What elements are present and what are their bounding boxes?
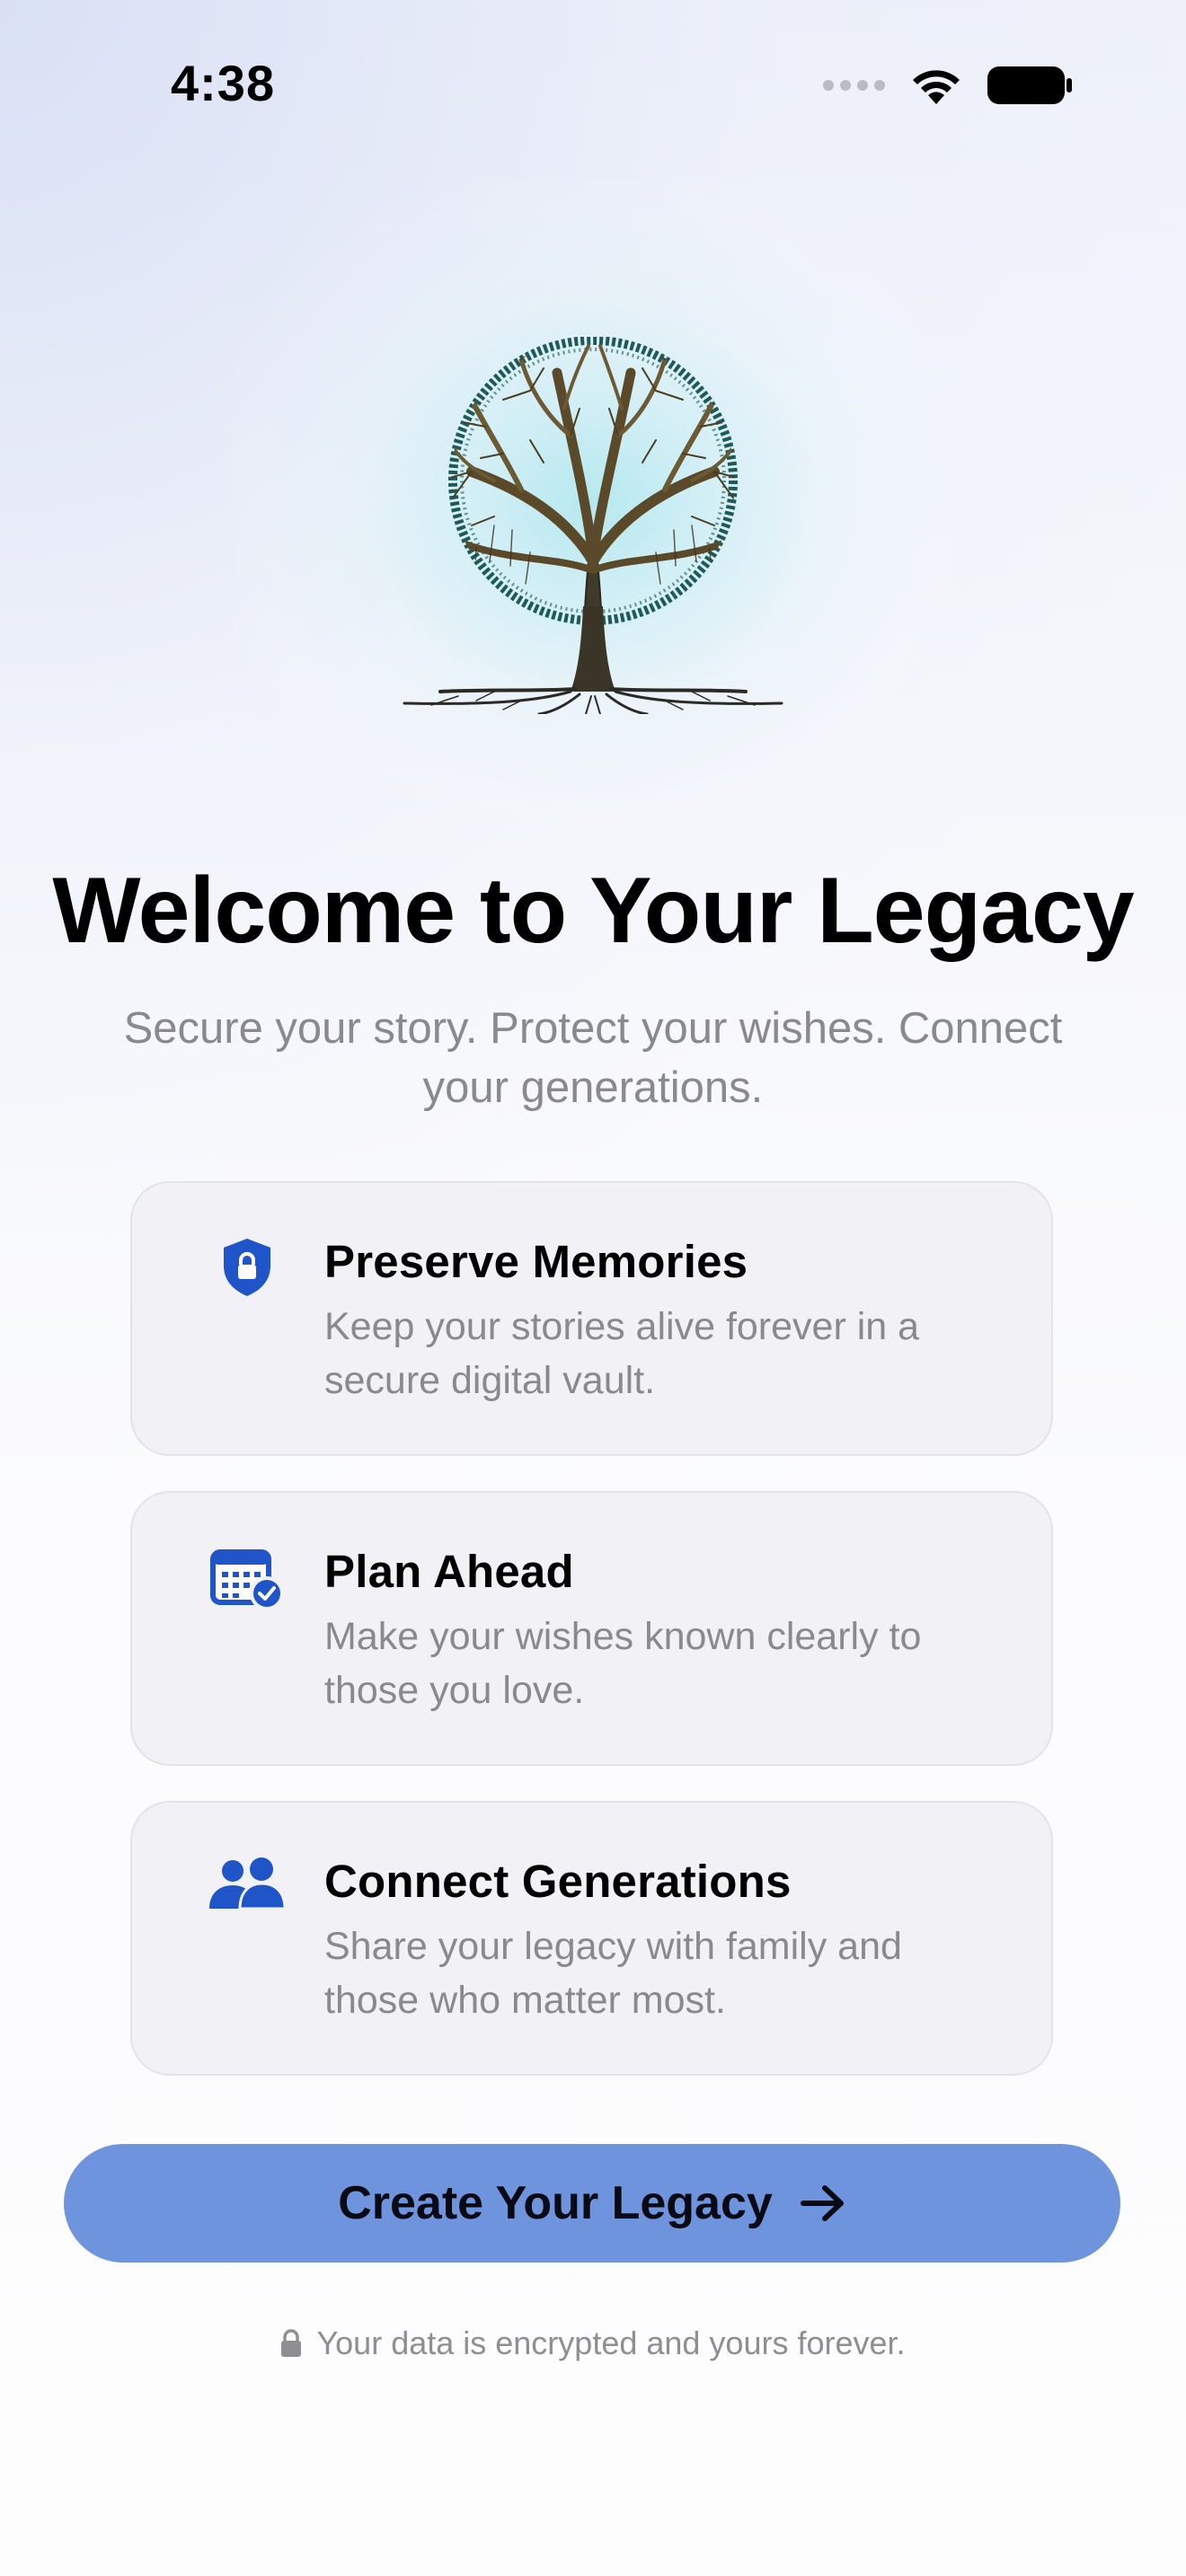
footer-note: Your data is encrypted and yours forever… xyxy=(0,2325,1186,2362)
wifi-icon xyxy=(913,70,960,104)
calendar-check-icon xyxy=(193,1547,301,1628)
welcome-title: Welcome to Your Legacy xyxy=(52,859,1134,963)
feature-description: Share your legacy with family and those … xyxy=(324,1925,902,2022)
shield-lock-icon xyxy=(193,1237,301,1318)
feature-title: Preserve Memories xyxy=(324,1236,748,1287)
status-bar: 4:38 xyxy=(0,0,1186,180)
status-icons xyxy=(823,65,1074,106)
feature-description: Keep your stories alive forever in a sec… xyxy=(324,1305,920,1402)
feature-description: Make your wishes known clearly to those … xyxy=(324,1615,922,1712)
create-legacy-label: Create Your Legacy xyxy=(338,2177,773,2229)
feature-card-plan-ahead: Plan Ahead Make your wishes known clearl… xyxy=(130,1491,1053,1766)
feature-title: Plan Ahead xyxy=(324,1546,574,1597)
create-legacy-button[interactable]: Create Your Legacy xyxy=(64,2144,1120,2263)
footer-note-text: Your data is encrypted and yours forever… xyxy=(316,2325,906,2361)
lock-icon xyxy=(281,2329,302,2357)
battery-icon xyxy=(987,66,1072,104)
feature-card-preserve-memories: Preserve Memories Keep your stories aliv… xyxy=(130,1181,1053,1456)
status-time: 4:38 xyxy=(171,55,276,111)
arrow-right-icon xyxy=(800,2185,844,2221)
tree-of-life-illustration xyxy=(403,337,783,714)
people-icon xyxy=(193,1857,301,1937)
cellular-signal-icon xyxy=(823,80,885,91)
welcome-subtitle: Secure your story. Protect your wishes. … xyxy=(123,1004,1063,1112)
feature-card-connect-generations: Connect Generations Share your legacy wi… xyxy=(130,1801,1053,2076)
feature-title: Connect Generations xyxy=(324,1856,792,1907)
